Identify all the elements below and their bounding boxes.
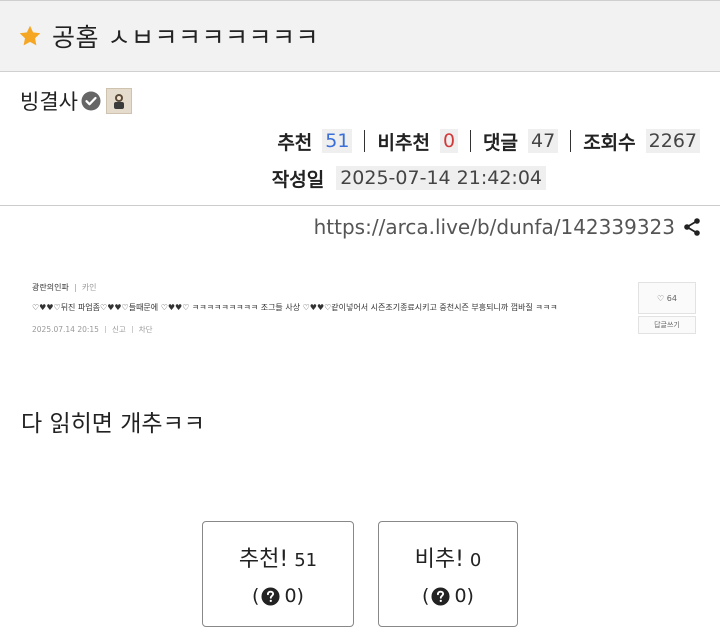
divider bbox=[104, 326, 106, 333]
upvote-button[interactable]: 추천! 51 ( 0) bbox=[202, 521, 354, 627]
downvote-sub-value: 0) bbox=[454, 585, 474, 607]
upvote-button-count: 51 bbox=[294, 550, 318, 571]
post-url-row: https://arca.live/b/dunfa/142339323 bbox=[314, 212, 702, 242]
downvote-sub-open: ( bbox=[422, 585, 430, 607]
views-label: 조회수 bbox=[583, 131, 636, 154]
upvote-sub-open: ( bbox=[252, 585, 260, 607]
downvote-button-count: 0 bbox=[469, 550, 482, 571]
downvote-button-sub: ( 0) bbox=[422, 585, 474, 607]
divider bbox=[74, 283, 76, 292]
author-name[interactable]: 빙결사 bbox=[20, 86, 78, 116]
share-icon[interactable] bbox=[682, 217, 702, 237]
views-value: 2267 bbox=[645, 129, 700, 153]
author-avatar[interactable] bbox=[105, 88, 132, 114]
date-value: 2025-07-14 21:42:04 bbox=[336, 166, 546, 190]
header-divider bbox=[0, 205, 720, 206]
comments-label: 댓글 bbox=[483, 131, 518, 154]
divider bbox=[364, 130, 366, 152]
question-circle-icon bbox=[261, 586, 280, 606]
upvote-label: 추천 bbox=[277, 131, 313, 154]
post-date-row: 작성일 2025-07-14 21:42:04 bbox=[272, 163, 546, 193]
embedded-comment-image: 광란의인파 카인 ♡♥♥♡뒤진 파업좀♡♥♥♡들때문에 ♡♥♥♡ ㅋㅋㅋㅋㅋㅋㅋ… bbox=[22, 276, 702, 346]
upvote-button-sub: ( 0) bbox=[252, 585, 304, 607]
upvote-sub-value: 0) bbox=[284, 585, 304, 607]
downvote-label: 비추천 bbox=[377, 131, 430, 154]
embedded-comment-text: ♡♥♥♡뒤진 파업좀♡♥♥♡들때문에 ♡♥♥♡ ㅋㅋㅋㅋㅋㅋㅋㅋㅋ 조그들 사상… bbox=[32, 303, 558, 312]
check-circle-icon bbox=[81, 91, 101, 111]
comments-value: 47 bbox=[528, 129, 559, 153]
post-title-bar: 공홈 ㅅㅂㅋㅋㅋㅋㅋㅋㅋ bbox=[0, 0, 720, 72]
embedded-reply-label: 답글쓰기 bbox=[638, 316, 696, 334]
divider bbox=[470, 130, 472, 152]
embedded-comment-author: 광란의인파 bbox=[32, 283, 69, 292]
downvote-button-label: 비추! bbox=[414, 547, 464, 572]
embedded-comment-header: 광란의인파 카인 bbox=[32, 282, 97, 293]
embedded-report-label: 신고 bbox=[111, 325, 126, 334]
upvote-button-main: 추천! 51 bbox=[239, 541, 317, 573]
upvote-button-label: 추천! bbox=[238, 547, 289, 572]
embedded-comment-footer: 2025.07.14 20:15 신고 차단 bbox=[32, 324, 153, 335]
author-row: 빙결사 bbox=[20, 86, 132, 116]
embedded-comment-server: 카인 bbox=[81, 283, 97, 292]
embedded-block-label: 차단 bbox=[138, 325, 153, 334]
divider bbox=[570, 130, 572, 152]
divider bbox=[131, 326, 133, 333]
question-circle-icon bbox=[431, 586, 450, 606]
downvote-button[interactable]: 비추! 0 ( 0) bbox=[378, 521, 518, 627]
downvote-value: 0 bbox=[439, 129, 459, 153]
post-title: 공홈 ㅅㅂㅋㅋㅋㅋㅋㅋㅋ bbox=[52, 23, 319, 52]
post-stats: 추천 51 비추천 0 댓글 47 조회수 2267 bbox=[277, 126, 700, 156]
embedded-comment-date: 2025.07.14 20:15 bbox=[32, 325, 99, 334]
post-url-link[interactable]: https://arca.live/b/dunfa/142339323 bbox=[314, 215, 675, 239]
star-icon bbox=[18, 24, 42, 48]
embedded-like-count: ♡ 64 bbox=[638, 282, 696, 314]
downvote-button-main: 비추! 0 bbox=[415, 541, 482, 573]
upvote-value: 51 bbox=[322, 129, 353, 153]
post-body-text: 다 읽히면 개추ㅋㅋ bbox=[21, 411, 205, 437]
date-label: 작성일 bbox=[271, 168, 325, 191]
